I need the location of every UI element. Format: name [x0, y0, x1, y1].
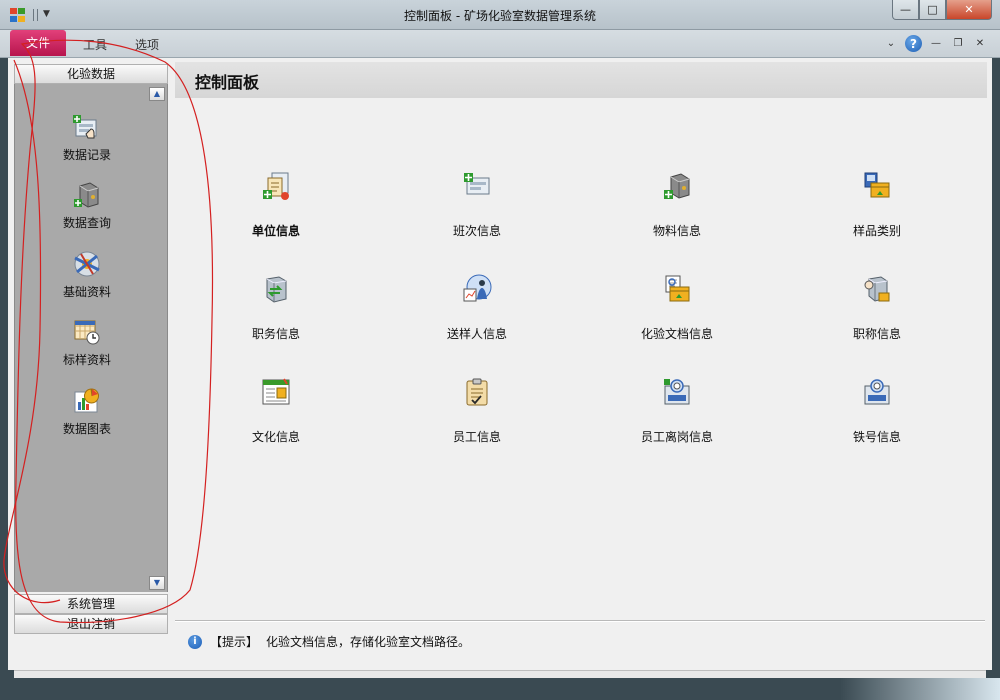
panel-item-label: 铁号信息 [852, 430, 901, 444]
tab-file[interactable]: 文件 [10, 30, 66, 56]
sidebar-item-base-data[interactable]: 基础资料 [47, 249, 127, 300]
tab-tools[interactable]: 工具 [83, 36, 107, 53]
doc-close-icon[interactable]: ✕ [972, 36, 988, 52]
panel-item-label: 化验文档信息 [640, 327, 713, 341]
hint-text: 化验文档信息，存储化验室文档路径。 [266, 635, 471, 649]
window-title: 控制面板 - 矿场化验室数据管理系统 [404, 9, 596, 23]
ribbon-controls: ⌄ ? — ❐ ✕ [883, 35, 988, 52]
standard-sample-icon [72, 317, 102, 347]
title-info-icon [861, 273, 893, 305]
panel-item-label: 员工信息 [452, 430, 501, 444]
title-bar: ▼ 控制面板 - 矿场化验室数据管理系统 — □ ✕ [0, 0, 1000, 30]
employee-info-icon [461, 376, 493, 408]
sidebar-item-label: 数据图表 [62, 422, 111, 436]
data-query-icon [72, 180, 102, 210]
group-body: ▲ 数据记录 数据查询 基础资料 标样资料 数据图表 ▼ [14, 84, 168, 592]
panel-item-label: 班次信息 [452, 224, 501, 238]
unit-info-icon [260, 170, 292, 202]
panel-item-employee-leave[interactable]: 员工离岗信息 [617, 376, 737, 445]
sidebar-item-label: 标样资料 [62, 353, 111, 367]
panel-item-label: 送样人信息 [446, 327, 507, 341]
panel-item-employee-info[interactable]: 员工信息 [417, 376, 537, 445]
material-info-icon [661, 170, 693, 202]
sampler-info-icon [461, 273, 493, 305]
panel-item-label: 职务信息 [251, 327, 300, 341]
employee-leave-icon [661, 376, 693, 408]
panel-item-unit-info[interactable]: 单位信息 [216, 170, 336, 239]
panel-item-sampler-info[interactable]: 送样人信息 [417, 273, 537, 342]
data-record-icon [72, 112, 102, 142]
sidebar-item-data-record[interactable]: 数据记录 [47, 112, 127, 163]
sidebar-item-data-chart[interactable]: 数据图表 [47, 386, 127, 437]
group-header-system-management[interactable]: 系统管理 [14, 594, 168, 614]
info-icon: i [188, 634, 202, 649]
desktop-background [840, 678, 1000, 700]
close-button[interactable]: ✕ [946, 0, 992, 20]
panel-item-title-info[interactable]: 职称信息 [817, 273, 937, 342]
education-info-icon [260, 376, 292, 408]
sidebar-item-data-query[interactable]: 数据查询 [47, 180, 127, 231]
hint-divider [175, 620, 985, 622]
shift-info-icon [461, 170, 493, 202]
lab-document-icon [661, 273, 693, 305]
doc-restore-icon[interactable]: ❐ [950, 36, 966, 52]
panel-item-label: 单位信息 [251, 224, 300, 238]
panel-item-label: 职称信息 [852, 327, 901, 341]
status-bar [14, 670, 986, 678]
navigation-pane: 化验数据 ▲ 数据记录 数据查询 基础资料 标样资料 数据图表 ▼ 系统管理 退… [14, 64, 168, 634]
position-info-icon [260, 273, 292, 305]
panel-header: 控制面板 [175, 62, 987, 98]
panel-item-material-info[interactable]: 物料信息 [617, 170, 737, 239]
minimize-button[interactable]: — [892, 0, 919, 20]
panel-item-label: 文化信息 [251, 430, 300, 444]
group-header-lab-data[interactable]: 化验数据 [14, 64, 168, 84]
tab-options[interactable]: 选项 [135, 36, 159, 53]
maximize-button[interactable]: □ [919, 0, 946, 20]
window-controls: — □ ✕ [892, 0, 992, 20]
sidebar-item-label: 数据记录 [62, 148, 111, 162]
group-header-logout[interactable]: 退出注销 [14, 614, 168, 634]
sidebar-item-standard-sample[interactable]: 标样资料 [47, 317, 127, 368]
sidebar-item-label: 数据查询 [62, 216, 111, 230]
panel-item-lab-document[interactable]: 化验文档信息 [617, 273, 737, 342]
panel-item-sample-category[interactable]: 样品类别 [817, 170, 937, 239]
scroll-up-button[interactable]: ▲ [149, 87, 165, 101]
iron-number-icon [861, 376, 893, 408]
panel-item-position-info[interactable]: 职务信息 [216, 273, 336, 342]
panel-item-label: 员工离岗信息 [640, 430, 713, 444]
panel-item-shift-info[interactable]: 班次信息 [417, 170, 537, 239]
data-chart-icon [72, 386, 102, 416]
doc-minimize-icon[interactable]: — [928, 36, 944, 52]
page-title: 控制面板 [195, 73, 260, 92]
sample-category-icon [861, 170, 893, 202]
ribbon-collapse-icon[interactable]: ⌄ [883, 36, 899, 52]
base-data-icon [72, 249, 102, 279]
sidebar-item-label: 基础资料 [62, 285, 111, 299]
panel-item-label: 样品类别 [852, 224, 901, 238]
help-icon[interactable]: ? [905, 35, 922, 52]
ribbon: 文件 工具 选项 ⌄ ? — ❐ ✕ [0, 30, 1000, 58]
hint-bar: i 【提示】 化验文档信息，存储化验室文档路径。 [188, 633, 470, 650]
panel-item-label: 物料信息 [652, 224, 701, 238]
scroll-down-button[interactable]: ▼ [149, 576, 165, 590]
hint-prefix: 【提示】 [210, 635, 259, 649]
panel-item-education-info[interactable]: 文化信息 [216, 376, 336, 445]
panel-item-iron-number[interactable]: 铁号信息 [817, 376, 937, 445]
